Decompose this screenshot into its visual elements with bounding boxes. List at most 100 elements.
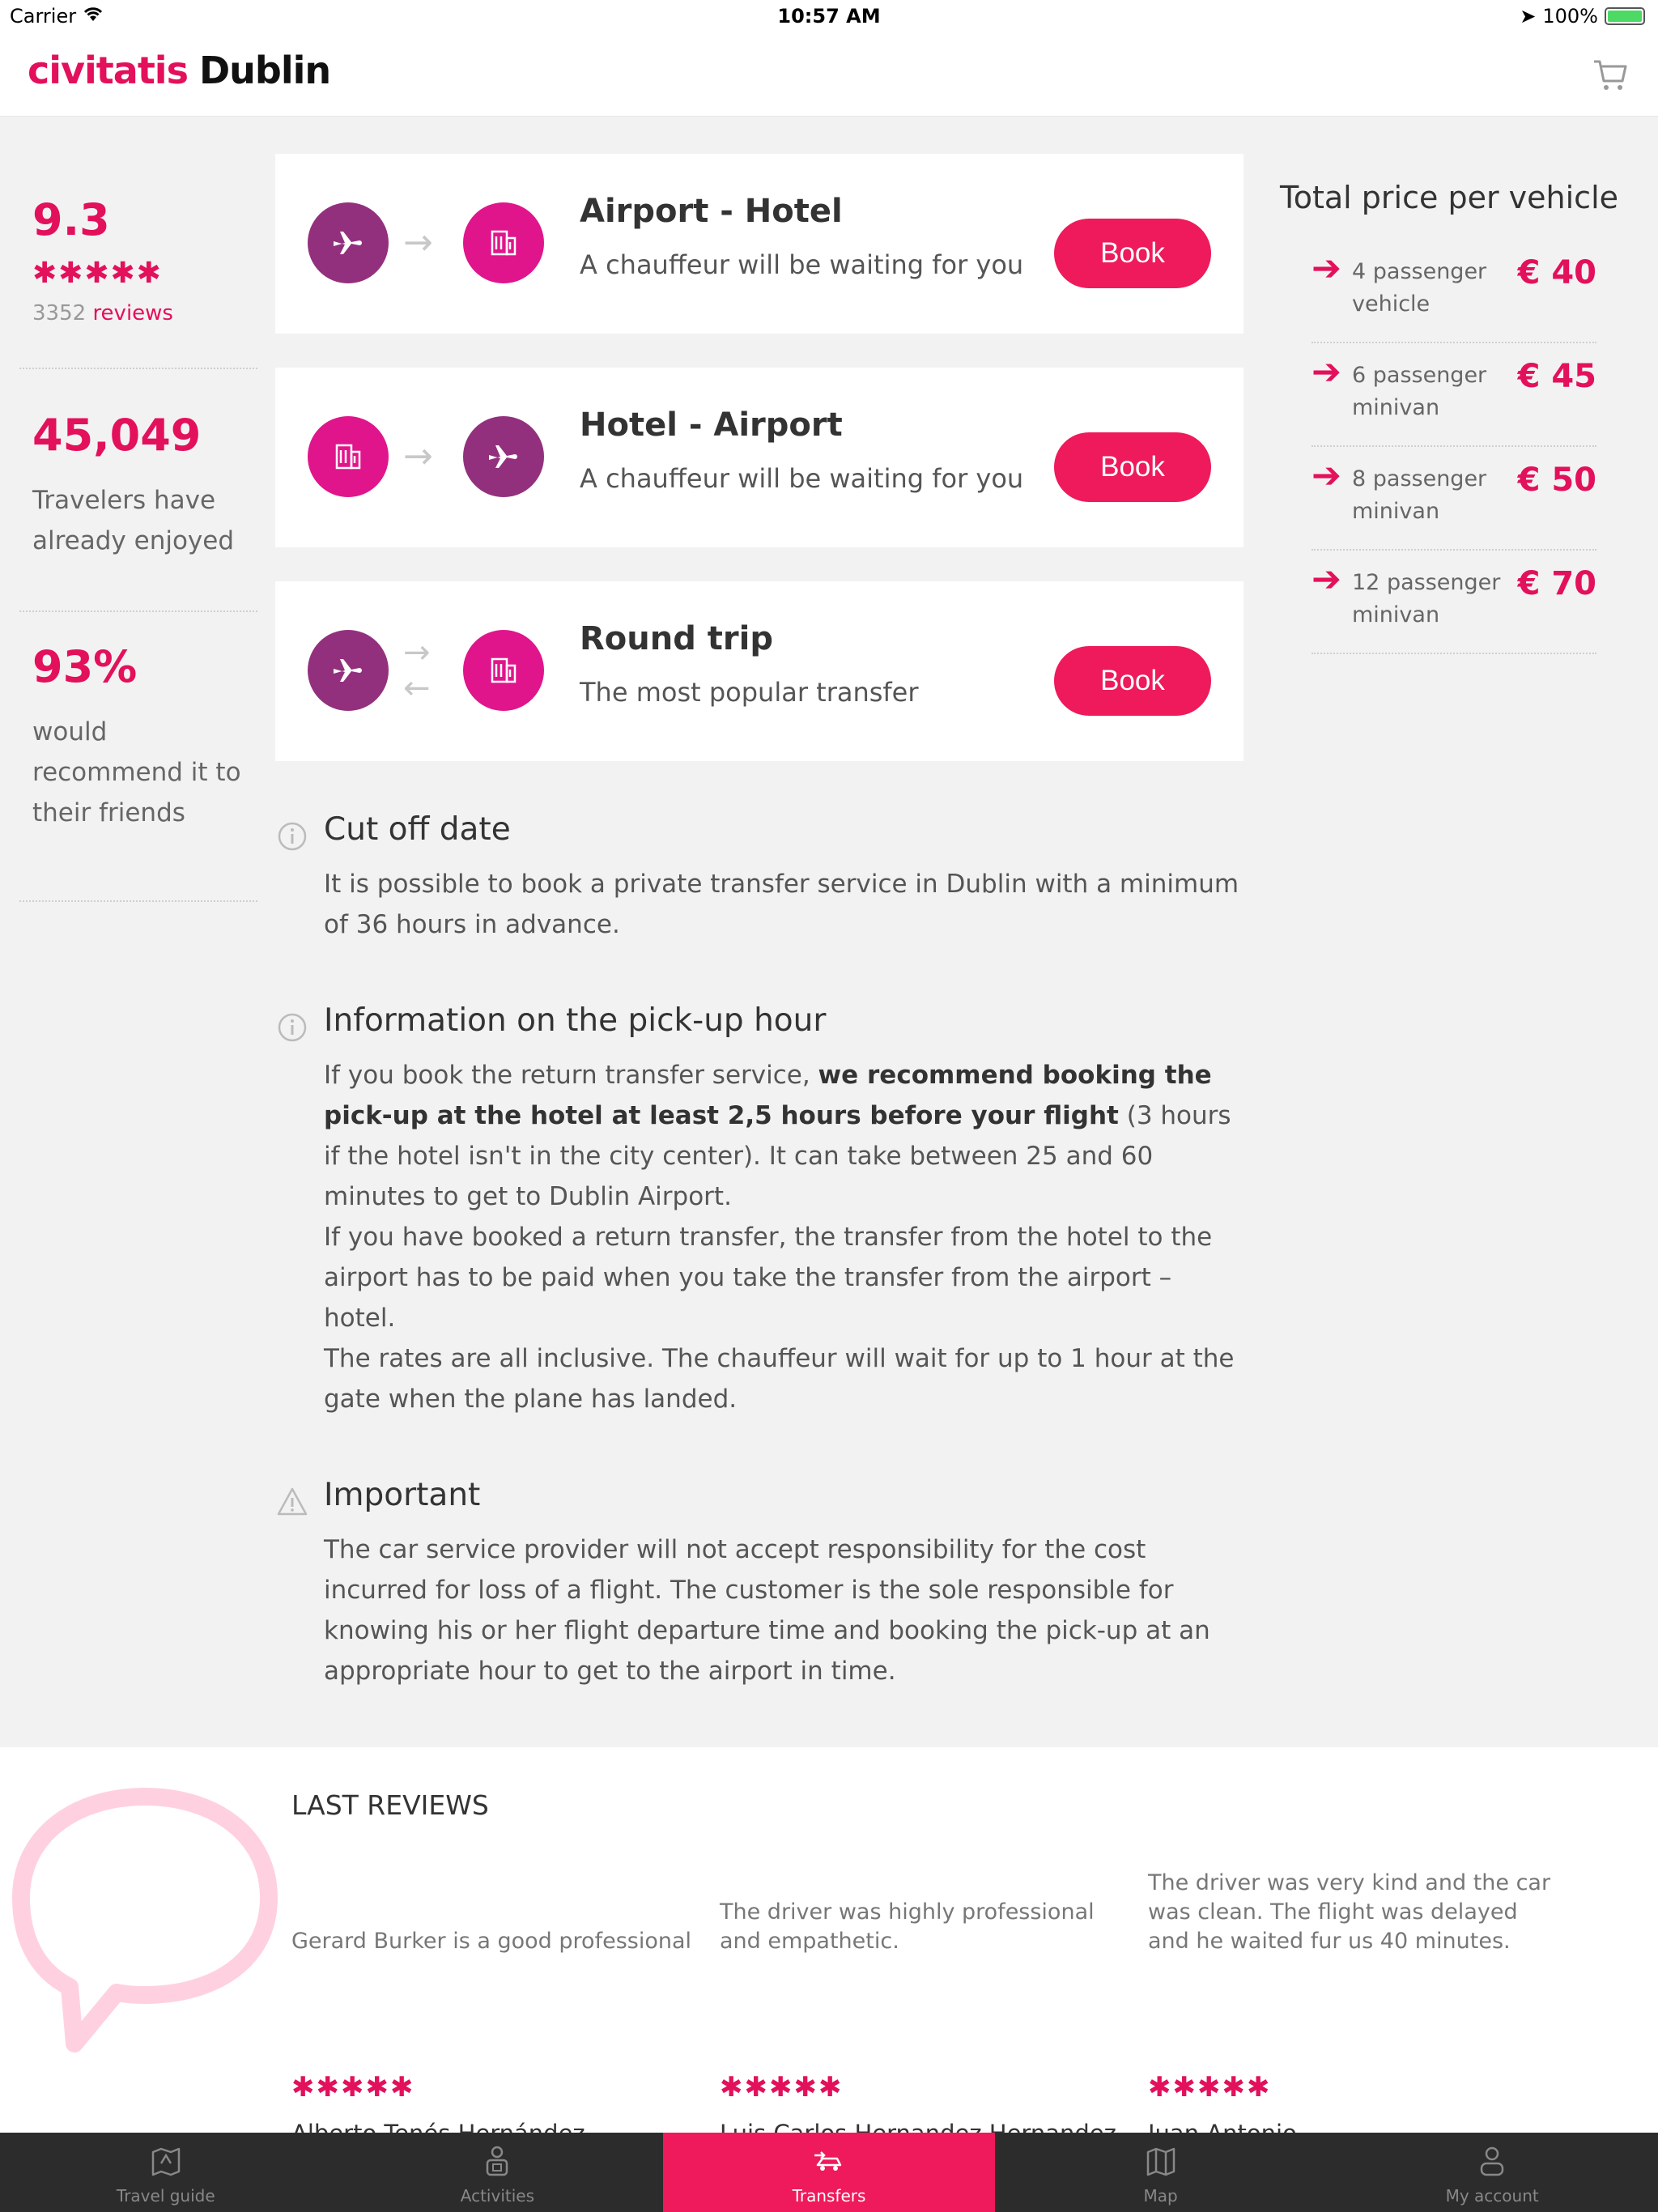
price-row: ➔ 8 passenger minivan € 50 bbox=[1312, 447, 1596, 551]
transfer-title: Hotel - Airport bbox=[580, 406, 843, 444]
cutoff-section: Cut off date It is possible to book a pr… bbox=[275, 811, 1247, 945]
tab-transfers[interactable]: Transfers bbox=[663, 2133, 995, 2212]
pickup-text-return: If you have booked a return transfer, th… bbox=[324, 1223, 1213, 1333]
recommend-percent: 93% bbox=[32, 641, 138, 692]
tab-travel-guide[interactable]: Travel guide bbox=[0, 2133, 332, 2212]
stats-column: 9.3 ✱✱✱✱✱ 3352 reviews 45,049 Travelers … bbox=[19, 154, 257, 902]
reviews-link[interactable]: reviews bbox=[92, 301, 173, 325]
review-stars: ✱✱✱✱✱ bbox=[291, 2071, 415, 2104]
battery-percent: 100% bbox=[1542, 5, 1598, 28]
tab-bar: Travel guide Activities Transfers Map My… bbox=[0, 2133, 1658, 2212]
speech-bubble-icon bbox=[11, 1784, 278, 2060]
price-row: ➔ 4 passenger vehicle € 40 bbox=[1312, 240, 1596, 343]
airplane-icon bbox=[463, 416, 544, 497]
book-button[interactable]: Book bbox=[1054, 219, 1211, 288]
review-stars: ✱✱✱✱✱ bbox=[1148, 2071, 1272, 2104]
review-text: Gerard Burker is a good professional bbox=[291, 1929, 692, 1954]
vehicle-price: € 70 bbox=[1517, 565, 1596, 602]
activities-icon bbox=[479, 2144, 515, 2180]
review-card: The driver was highly professional and e… bbox=[720, 1836, 1124, 2147]
arrow-right-icon: ➔ bbox=[1312, 455, 1341, 496]
price-row: ➔ 12 passenger minivan € 70 bbox=[1312, 551, 1596, 654]
hotel-icon bbox=[463, 630, 544, 711]
app-header: civitatis Dublin bbox=[0, 34, 1658, 117]
cutoff-title: Cut off date bbox=[324, 811, 511, 848]
hotel-icon bbox=[308, 416, 389, 497]
brand-city: Dublin bbox=[198, 49, 331, 92]
transfer-subtitle: A chauffeur will be waiting for you bbox=[580, 463, 1024, 494]
vehicle-price: € 45 bbox=[1517, 358, 1596, 395]
review-text: The driver was highly professional and e… bbox=[720, 1899, 1095, 1954]
rating-score: 9.3 bbox=[32, 194, 110, 245]
transfer-title: Round trip bbox=[580, 620, 773, 657]
vehicle-type: 6 passenger minivan bbox=[1352, 363, 1487, 420]
brand-logo[interactable]: civitatis Dublin bbox=[28, 49, 331, 92]
important-text: The car service provider will not accept… bbox=[324, 1535, 1210, 1686]
tab-map[interactable]: Map bbox=[995, 2133, 1327, 2212]
pickup-text-part: If you book the return transfer service, bbox=[324, 1061, 818, 1090]
reviews-section: LAST REVIEWS Gerard Burker is a good pro… bbox=[0, 1747, 1658, 2147]
arrow-right-icon: ➔ bbox=[1312, 248, 1341, 289]
clock: 10:57 AM bbox=[777, 5, 881, 28]
travel-guide-icon bbox=[148, 2144, 184, 2180]
transfer-subtitle: The most popular transfer bbox=[580, 677, 919, 708]
vehicle-type: 8 passenger minivan bbox=[1352, 466, 1487, 524]
transfer-card-hotel-airport: → Hotel - Airport A chauffeur will be wa… bbox=[275, 368, 1244, 547]
review-count[interactable]: 3352 reviews bbox=[32, 301, 244, 325]
reviews-heading: LAST REVIEWS bbox=[291, 1789, 489, 1821]
round-trip-arrows-icon: → ← bbox=[403, 634, 431, 707]
travelers-count: 45,049 bbox=[32, 410, 202, 461]
pickup-text-rates: The rates are all inclusive. The chauffe… bbox=[324, 1344, 1235, 1414]
vehicle-type: 4 passenger vehicle bbox=[1352, 259, 1487, 317]
rating-stars: ✱✱✱✱✱ bbox=[32, 257, 163, 290]
review-card: Gerard Burker is a good professional ✱✱✱… bbox=[291, 1836, 696, 2147]
account-icon bbox=[1474, 2144, 1510, 2180]
review-count-number: 3352 bbox=[32, 301, 87, 325]
transfers-icon bbox=[811, 2144, 847, 2180]
tab-label: Map bbox=[1143, 2186, 1178, 2206]
price-table: Total price per vehicle ➔ 4 passenger ve… bbox=[1263, 154, 1635, 654]
hotel-icon bbox=[463, 202, 544, 283]
recommend-text: would recommend it to their friends bbox=[32, 717, 241, 827]
cart-icon[interactable] bbox=[1592, 57, 1629, 94]
vehicle-price: € 50 bbox=[1517, 462, 1596, 499]
airplane-icon bbox=[308, 630, 389, 711]
review-text: The driver was very kind and the car was… bbox=[1148, 1870, 1551, 1954]
battery-icon bbox=[1605, 7, 1645, 25]
info-icon bbox=[277, 821, 308, 852]
tab-activities[interactable]: Activities bbox=[332, 2133, 664, 2212]
price-table-title: Total price per vehicle bbox=[1279, 180, 1619, 215]
tab-label: Activities bbox=[460, 2186, 535, 2206]
arrow-right-icon: → bbox=[403, 222, 433, 263]
location-icon: ➤ bbox=[1520, 5, 1537, 28]
info-icon bbox=[277, 1012, 308, 1043]
price-row: ➔ 6 passenger minivan € 45 bbox=[1312, 343, 1596, 447]
warning-icon bbox=[277, 1487, 308, 1517]
pickup-title: Information on the pick-up hour bbox=[324, 1002, 827, 1039]
vehicle-type: 12 passenger minivan bbox=[1352, 570, 1501, 627]
book-button[interactable]: Book bbox=[1054, 646, 1211, 716]
arrow-right-icon: → bbox=[403, 436, 433, 477]
tab-label: Travel guide bbox=[116, 2186, 215, 2206]
tab-label: My account bbox=[1445, 2186, 1539, 2206]
status-bar: Carrier 10:57 AM ➤ 100% bbox=[0, 0, 1658, 34]
recommend-block: 93% would recommend it to their friends bbox=[19, 612, 257, 902]
tab-label: Transfers bbox=[792, 2186, 866, 2206]
travelers-text: Travelers have already enjoyed bbox=[32, 486, 235, 555]
brand-name: civitatis bbox=[28, 49, 189, 92]
travelers-block: 45,049 Travelers have already enjoyed bbox=[19, 369, 257, 612]
cutoff-text: It is possible to book a private transfe… bbox=[324, 870, 1239, 939]
transfer-subtitle: A chauffeur will be waiting for you bbox=[580, 249, 1024, 280]
airplane-icon bbox=[308, 202, 389, 283]
review-card: The driver was very kind and the car was… bbox=[1148, 1836, 1553, 2147]
map-icon bbox=[1143, 2144, 1179, 2180]
arrow-right-icon: ➔ bbox=[1312, 559, 1341, 600]
book-button[interactable]: Book bbox=[1054, 432, 1211, 502]
important-title: Important bbox=[324, 1477, 481, 1513]
important-section: Important The car service provider will … bbox=[275, 1477, 1247, 1691]
transfer-title: Airport - Hotel bbox=[580, 193, 843, 230]
arrow-right-icon: ➔ bbox=[1312, 351, 1341, 393]
transfer-card-round-trip: → ← Round trip The most popular transfer … bbox=[275, 581, 1244, 761]
transfer-card-airport-hotel: → Airport - Hotel A chauffeur will be wa… bbox=[275, 154, 1244, 334]
tab-my-account[interactable]: My account bbox=[1326, 2133, 1658, 2212]
